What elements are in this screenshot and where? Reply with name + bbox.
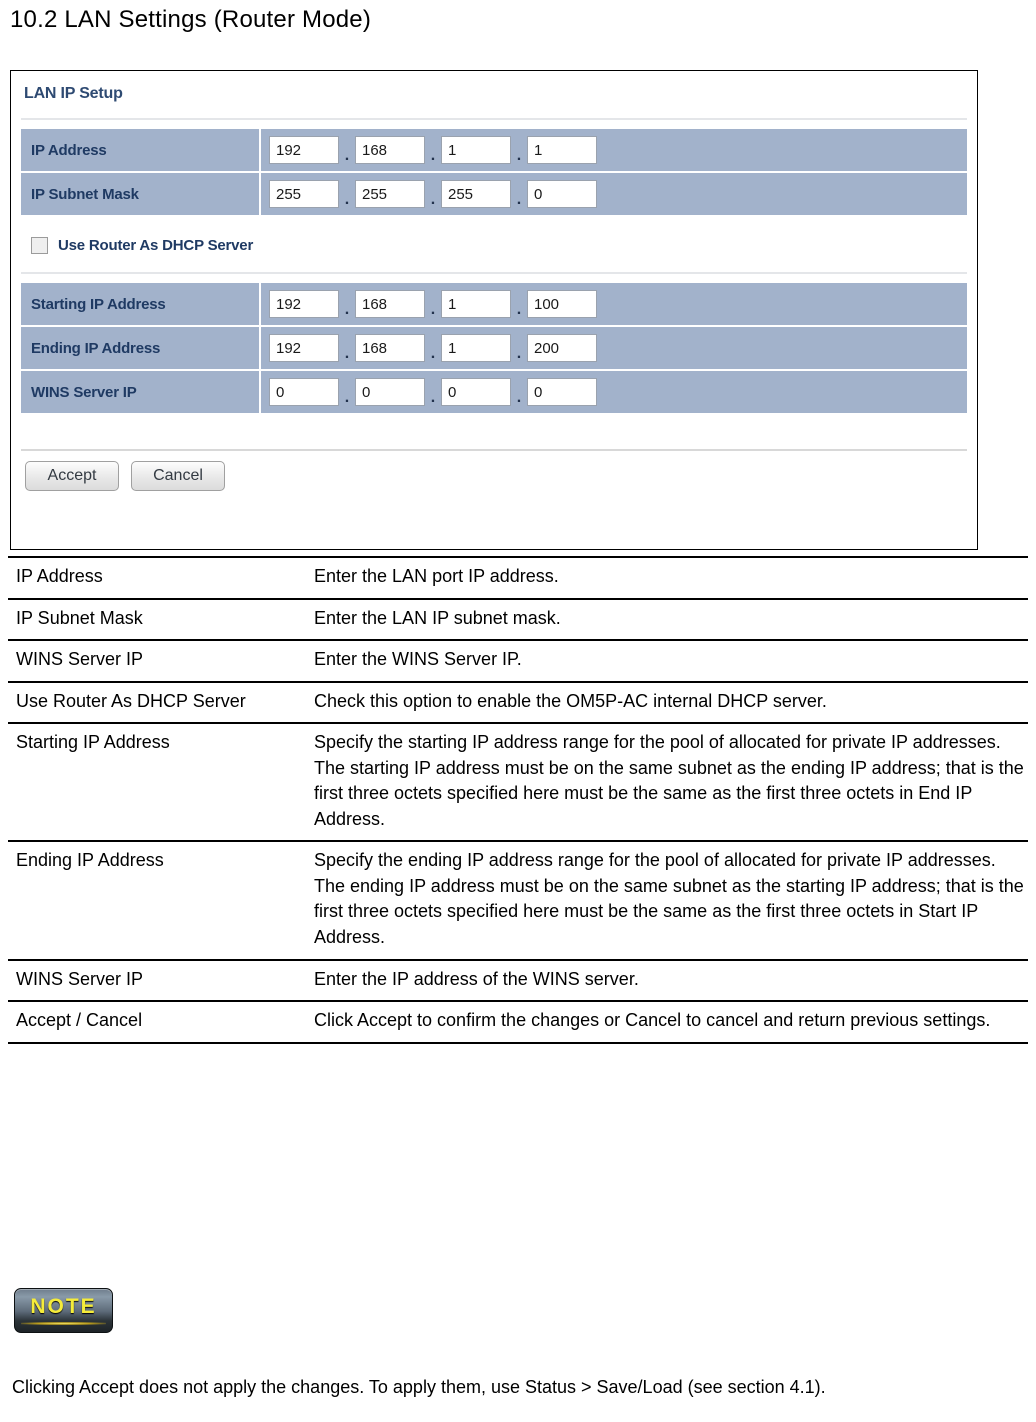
- octet-separator: .: [344, 191, 350, 208]
- ip-octet-input[interactable]: 192: [269, 334, 339, 362]
- octet-separator: .: [516, 147, 522, 164]
- ip-octet-input[interactable]: 255: [269, 180, 339, 208]
- octet-separator: .: [516, 345, 522, 362]
- field-name-cell: WINS Server IP: [16, 968, 144, 989]
- ip-octet-input[interactable]: 168: [355, 290, 425, 318]
- cancel-button[interactable]: Cancel: [131, 461, 225, 491]
- note-badge-glow: [21, 1322, 106, 1325]
- octet-separator: .: [516, 301, 522, 318]
- field-description-table: IP Address Enter the LAN port IP address.…: [8, 556, 1028, 1044]
- ui-field-label: Starting IP Address: [21, 283, 261, 325]
- router-ui-screenshot: LAN IP Setup IP Address 192. 168. 1. 1 IP Sub…: [10, 70, 978, 550]
- ui-field-label: Ending IP Address: [21, 327, 261, 369]
- ui-field-row: WINS Server IP 0. 0. 0. 0: [21, 371, 967, 413]
- ui-field-row: Ending IP Address 192. 168. 1. 200: [21, 327, 967, 369]
- dhcp-ip-rows: Starting IP Address 192. 168. 1. 100 Ending I…: [11, 283, 977, 413]
- ui-field-inputs: 192. 168. 1. 1: [261, 129, 967, 171]
- table-row: Starting IP Address Specify the starting …: [8, 723, 1028, 842]
- table-row: WINS Server IP Enter the IP address of th…: [8, 960, 1028, 1002]
- octet-separator: .: [430, 301, 436, 318]
- ip-octet-input[interactable]: 0: [269, 378, 339, 406]
- octet-separator: .: [344, 345, 350, 362]
- ip-octet-input[interactable]: 192: [269, 136, 339, 164]
- page-title: 10.2 LAN Settings (Router Mode): [10, 6, 372, 33]
- field-description-cell: Enter the IP address of the WINS server.: [314, 968, 639, 989]
- field-description-cell: Click Accept to confirm the changes or C…: [314, 1010, 991, 1031]
- lan-ip-setup-title: LAN IP Setup: [24, 85, 123, 102]
- ip-octet-input[interactable]: 192: [269, 290, 339, 318]
- field-description-cell: Enter the LAN port IP address.: [314, 566, 559, 586]
- octet-separator: .: [344, 301, 350, 318]
- ui-field-label: IP Address: [21, 129, 261, 171]
- form-action-buttons: Accept Cancel: [11, 451, 977, 491]
- note-text: Clicking Accept does not apply the chang…: [12, 1377, 826, 1397]
- octet-separator: .: [344, 389, 350, 406]
- field-name-cell: IP Subnet Mask: [16, 607, 143, 628]
- table-row: IP Subnet Mask Enter the LAN IP subnet ma…: [8, 599, 1028, 641]
- ui-field-inputs: 255. 255. 255. 0: [261, 173, 967, 215]
- ui-field-label: WINS Server IP: [21, 371, 261, 413]
- ip-octet-input[interactable]: 0: [527, 180, 597, 208]
- lan-ip-rows: IP Address 192. 168. 1. 1 IP Subnet Mask 255. 2…: [11, 129, 977, 215]
- ip-octet-input[interactable]: 1: [441, 136, 511, 164]
- ip-octet-input[interactable]: 0: [527, 378, 597, 406]
- octet-separator: .: [516, 389, 522, 406]
- field-description-cell: Check this option to enable the OM5P-AC …: [314, 690, 827, 711]
- table-row: IP Address Enter the LAN port IP address.: [8, 557, 1028, 599]
- octet-separator: .: [430, 191, 436, 208]
- octet-separator: .: [344, 147, 350, 164]
- accept-button[interactable]: Accept: [25, 461, 119, 491]
- field-description-cell: Enter the LAN IP subnet mask.: [314, 607, 561, 628]
- ui-field-inputs: 192. 168. 1. 200: [261, 327, 967, 369]
- ip-octet-input[interactable]: 168: [355, 334, 425, 362]
- field-name-cell: Use Router As DHCP Server: [16, 690, 246, 711]
- note-badge-label: NOTE: [30, 1295, 97, 1318]
- ip-octet-input[interactable]: 0: [441, 378, 511, 406]
- table-row: Ending IP Address Specify the ending IP a…: [8, 841, 1028, 960]
- field-name-cell: Starting IP Address: [16, 732, 170, 753]
- ui-field-label: IP Subnet Mask: [21, 173, 261, 215]
- octet-separator: .: [430, 147, 436, 164]
- field-description-cell: Specify the ending IP address range for …: [314, 850, 1024, 948]
- ip-octet-input[interactable]: 1: [441, 334, 511, 362]
- field-description-cell: Specify the starting IP address range fo…: [314, 732, 1024, 829]
- checkbox-unchecked-icon[interactable]: [31, 237, 48, 254]
- note-badge: NOTE: [14, 1288, 113, 1333]
- ip-octet-input[interactable]: 1: [441, 290, 511, 318]
- field-name-cell: IP Address: [16, 566, 103, 586]
- field-name-cell: Ending IP Address: [16, 850, 164, 871]
- field-description-cell: Enter the WINS Server IP.: [314, 649, 522, 670]
- ip-octet-input[interactable]: 1: [527, 136, 597, 164]
- octet-separator: .: [516, 191, 522, 208]
- ip-octet-input[interactable]: 168: [355, 136, 425, 164]
- ip-octet-input[interactable]: 255: [441, 180, 511, 208]
- octet-separator: .: [430, 345, 436, 362]
- ui-field-inputs: 192. 168. 1. 100: [261, 283, 967, 325]
- table-row: WINS Server IP Enter the WINS Server IP.: [8, 640, 1028, 682]
- octet-separator: .: [430, 389, 436, 406]
- ip-octet-input[interactable]: 200: [527, 334, 597, 362]
- panel-divider-middle: [21, 272, 967, 274]
- ui-field-row: Starting IP Address 192. 168. 1. 100: [21, 283, 967, 325]
- dhcp-server-checkbox-row[interactable]: Use Router As DHCP Server: [11, 217, 977, 254]
- ui-field-row: IP Subnet Mask 255. 255. 255. 0: [21, 173, 967, 215]
- ui-field-row: IP Address 192. 168. 1. 1: [21, 129, 967, 171]
- ip-octet-input[interactable]: 100: [527, 290, 597, 318]
- dhcp-server-checkbox-label: Use Router As DHCP Server: [58, 237, 254, 254]
- field-name-cell: WINS Server IP: [16, 649, 144, 670]
- table-row: Accept / Cancel Click Accept to confirm t…: [8, 1001, 1028, 1043]
- ui-field-inputs: 0. 0. 0. 0: [261, 371, 967, 413]
- field-name-cell: Accept / Cancel: [16, 1010, 143, 1031]
- table-row: Use Router As DHCP Server Check this opti…: [8, 682, 1028, 724]
- ip-octet-input[interactable]: 255: [355, 180, 425, 208]
- panel-divider-top: [21, 118, 967, 120]
- ip-octet-input[interactable]: 0: [355, 378, 425, 406]
